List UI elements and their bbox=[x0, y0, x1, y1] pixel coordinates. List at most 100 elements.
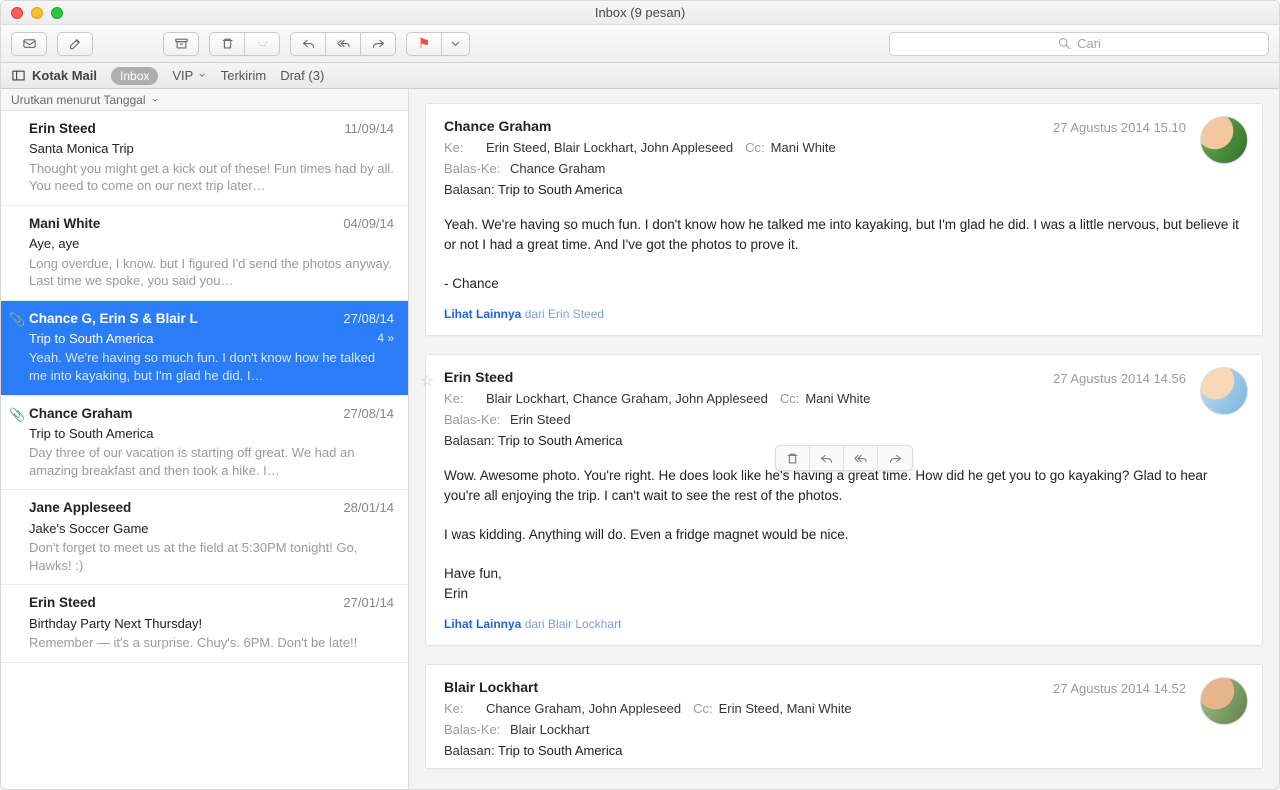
chevron-down-icon bbox=[150, 95, 160, 105]
tab-inbox[interactable]: Inbox bbox=[111, 67, 158, 85]
see-more[interactable]: Lihat Lainnya dari Erin Steed bbox=[426, 307, 1262, 335]
tab-drafts[interactable]: Draf (3) bbox=[280, 68, 324, 83]
message-subject: Aye, aye bbox=[29, 235, 394, 253]
attachment-icon: 📎 bbox=[9, 406, 25, 424]
message-hover-actions bbox=[775, 445, 913, 471]
cc-value: Mani White bbox=[805, 391, 870, 406]
compose-button[interactable] bbox=[57, 32, 93, 56]
search-icon bbox=[1057, 36, 1072, 51]
reply-all-button[interactable] bbox=[325, 32, 361, 56]
cc-label: Cc: bbox=[693, 701, 713, 716]
sort-label: Urutkan menurut Tanggal bbox=[11, 93, 146, 107]
message-subject: Trip to South America4 » bbox=[29, 330, 394, 348]
message-date: 28/01/14 bbox=[343, 499, 394, 517]
junk-button[interactable] bbox=[244, 32, 280, 56]
message-preview: Don't forget to meet us at the field at … bbox=[29, 539, 394, 574]
cc-label: Cc: bbox=[745, 140, 765, 155]
message-sender: Chance Graham bbox=[29, 405, 394, 423]
message-preview: Yeah. We're having so much fun. I don't … bbox=[29, 349, 394, 384]
subject-label: Balasan: bbox=[444, 433, 495, 448]
avatar bbox=[1200, 367, 1248, 415]
kotak-mail-label: Kotak Mail bbox=[32, 68, 97, 83]
message-row[interactable]: 📎Chance Graham27/08/14 Trip to South Amer… bbox=[1, 396, 408, 491]
toolbar: ⚑ Cari bbox=[1, 25, 1279, 63]
titlebar: Inbox (9 pesan) bbox=[1, 1, 1279, 25]
attachment-icon: 📎 bbox=[9, 311, 25, 329]
timestamp: 27 Agustus 2014 14.52 bbox=[1053, 681, 1186, 696]
star-icon[interactable]: ☆ bbox=[420, 371, 434, 391]
thread-message: ☆Erin Steed27 Agustus 2014 14.56Ke:Blair… bbox=[425, 354, 1263, 646]
message-row[interactable]: Erin Steed11/09/14 Santa Monica Trip Thoug… bbox=[1, 111, 408, 206]
flag-button[interactable]: ⚑ bbox=[406, 32, 442, 56]
subject-label: Balasan: bbox=[444, 182, 495, 197]
message-date: 04/09/14 bbox=[343, 215, 394, 233]
message-sender: Erin Steed bbox=[29, 594, 394, 612]
message-row[interactable]: Jane Appleseed28/01/14Jake's Soccer Game… bbox=[1, 490, 408, 585]
favorites-bar: Kotak Mail Inbox VIP Terkirim Draf (3) bbox=[1, 63, 1279, 89]
search-placeholder: Cari bbox=[1077, 36, 1101, 51]
get-mail-button[interactable] bbox=[11, 32, 47, 56]
sidebar-icon bbox=[11, 68, 26, 83]
avatar bbox=[1200, 116, 1248, 164]
reply-button[interactable] bbox=[290, 32, 326, 56]
hover-delete-button[interactable] bbox=[776, 446, 810, 470]
hover-forward-button[interactable] bbox=[878, 446, 912, 470]
cc-value: Mani White bbox=[771, 140, 836, 155]
sidebar-toggle[interactable]: Kotak Mail bbox=[11, 68, 97, 83]
message-date: 11/09/14 bbox=[344, 120, 394, 138]
timestamp: 27 Agustus 2014 14.56 bbox=[1053, 371, 1186, 386]
delete-button[interactable] bbox=[209, 32, 245, 56]
message-subject: Santa Monica Trip bbox=[29, 140, 394, 158]
to-label: Ke: bbox=[444, 140, 480, 155]
subject-value: Trip to South America bbox=[498, 182, 623, 197]
message-preview: Thought you might get a kick out of thes… bbox=[29, 160, 394, 195]
reading-pane[interactable]: Chance Graham27 Agustus 2014 15.10Ke:Eri… bbox=[409, 89, 1279, 789]
avatar bbox=[1200, 677, 1248, 725]
message-date: 27/08/14 bbox=[343, 310, 394, 328]
chevron-down-icon bbox=[197, 70, 207, 80]
window-title: Inbox (9 pesan) bbox=[1, 5, 1279, 20]
message-sender: Chance G, Erin S & Blair L bbox=[29, 310, 394, 328]
message-date: 27/08/14 bbox=[343, 405, 394, 423]
message-sender: Mani White bbox=[29, 215, 394, 233]
message-subject: Trip to South America bbox=[29, 425, 394, 443]
flag-menu-button[interactable] bbox=[441, 32, 470, 56]
subject-value: Trip to South America bbox=[498, 433, 623, 448]
message-body: Yeah. We're having so much fun. I don't … bbox=[426, 207, 1262, 307]
message-sender: Erin Steed bbox=[29, 120, 394, 138]
message-subject: Birthday Party Next Thursday! bbox=[29, 615, 394, 633]
message-list: Urutkan menurut Tanggal Erin Steed11/09/… bbox=[1, 89, 409, 789]
cc-value: Erin Steed, Mani White bbox=[719, 701, 852, 716]
thread-message: Blair Lockhart27 Agustus 2014 14.52Ke:Ch… bbox=[425, 664, 1263, 769]
flag-group: ⚑ bbox=[406, 32, 470, 56]
hover-reply-button[interactable] bbox=[810, 446, 844, 470]
replyto-value: Blair Lockhart bbox=[510, 722, 589, 737]
message-preview: Remember — it's a surprise. Chuy's. 6PM.… bbox=[29, 634, 394, 652]
replyto-label: Balas-Ke: bbox=[444, 161, 500, 176]
to-value: Erin Steed, Blair Lockhart, John Applese… bbox=[486, 140, 733, 155]
search-field[interactable]: Cari bbox=[889, 32, 1269, 56]
to-value: Blair Lockhart, Chance Graham, John Appl… bbox=[486, 391, 768, 406]
to-label: Ke: bbox=[444, 701, 480, 716]
content-area: Urutkan menurut Tanggal Erin Steed11/09/… bbox=[1, 89, 1279, 789]
subject-value: Trip to South America bbox=[498, 743, 623, 758]
mail-window: Inbox (9 pesan) ⚑ Cari Kotak Mail bbox=[0, 0, 1280, 790]
tab-sent[interactable]: Terkirim bbox=[221, 68, 267, 83]
replyto-label: Balas-Ke: bbox=[444, 722, 500, 737]
hover-reply-all-button[interactable] bbox=[844, 446, 878, 470]
cc-label: Cc: bbox=[780, 391, 800, 406]
message-header: Blair Lockhart27 Agustus 2014 14.52Ke:Ch… bbox=[426, 665, 1262, 768]
archive-button[interactable] bbox=[163, 32, 199, 56]
message-header: ☆Erin Steed27 Agustus 2014 14.56Ke:Blair… bbox=[426, 355, 1262, 458]
tab-vip[interactable]: VIP bbox=[172, 68, 206, 83]
replyto-value: Chance Graham bbox=[510, 161, 605, 176]
forward-button[interactable] bbox=[360, 32, 396, 56]
message-preview: Day three of our vacation is starting of… bbox=[29, 444, 394, 479]
reply-group bbox=[290, 32, 396, 56]
sort-bar[interactable]: Urutkan menurut Tanggal bbox=[1, 89, 408, 111]
message-row[interactable]: Erin Steed27/01/14Birthday Party Next Th… bbox=[1, 585, 408, 662]
message-row[interactable]: Mani White04/09/14Aye, ayeLong overdue, … bbox=[1, 206, 408, 301]
see-more[interactable]: Lihat Lainnya dari Blair Lockhart bbox=[426, 617, 1262, 645]
subject-label: Balasan: bbox=[444, 743, 495, 758]
message-row[interactable]: 📎Chance G, Erin S & Blair L27/08/14 Trip … bbox=[1, 301, 408, 396]
